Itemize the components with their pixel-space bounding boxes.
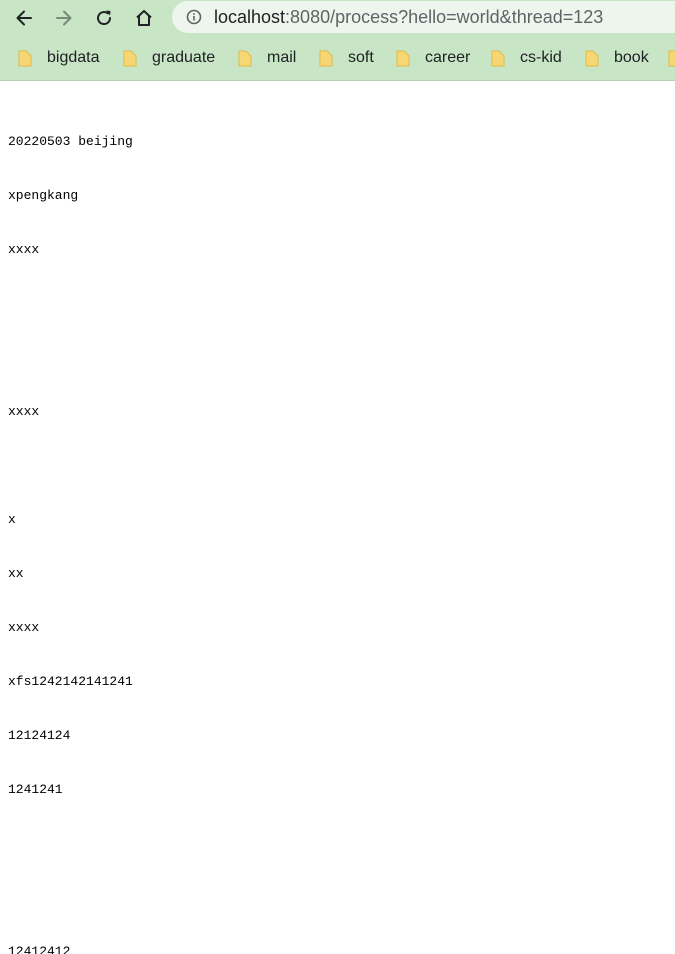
home-button[interactable]	[130, 4, 158, 32]
text-line: 12412412	[8, 944, 71, 954]
address-bar[interactable]: localhost:8080/process?hello=world&threa…	[172, 1, 675, 33]
text-line: xpengkang	[8, 188, 79, 203]
bookmark-mail[interactable]: mail	[238, 46, 296, 70]
bookmark-graduate[interactable]: graduate	[123, 46, 215, 70]
bookmark-label: cs-kid	[520, 49, 562, 66]
folder-icon	[585, 50, 599, 67]
text-line: xxxx	[8, 404, 40, 419]
text-line: xxxx	[8, 242, 40, 257]
bookmark-label: book	[614, 49, 649, 66]
info-icon[interactable]	[186, 9, 202, 25]
page-content: 20220503 beijing xpengkang xxxx xxxx x x…	[8, 97, 133, 954]
text-line: 1241241	[8, 782, 63, 797]
forward-button[interactable]	[50, 4, 78, 32]
url-path: :8080/process?hello=world&thread=123	[285, 7, 604, 27]
text-line	[8, 295, 133, 313]
reload-icon	[97, 10, 112, 26]
bookmark-soft[interactable]: soft	[319, 46, 374, 70]
arrow-right-icon	[56, 10, 72, 26]
url-host: localhost	[214, 7, 286, 27]
text-line: xxxx	[8, 620, 40, 635]
folder-icon	[238, 50, 252, 67]
browser-toolbar: localhost:8080/process?hello=world&threa…	[0, 0, 675, 81]
bookmark-bigdata[interactable]: bigdata	[18, 46, 100, 70]
home-icon	[136, 10, 152, 26]
folder-icon	[491, 50, 505, 67]
text-line	[8, 457, 133, 475]
arrow-left-icon	[16, 10, 32, 26]
bookmark-career[interactable]: career	[396, 46, 470, 70]
text-line	[8, 835, 133, 853]
bookmark-label: soft	[348, 49, 374, 66]
navigation-bar: localhost:8080/process?hello=world&threa…	[0, 0, 675, 36]
text-line: xx	[8, 566, 24, 581]
text-line	[8, 889, 133, 907]
bookmark-label: graduate	[152, 49, 216, 66]
bookmark-label: career	[425, 49, 471, 66]
bookmark-label: bigdata	[47, 49, 100, 66]
bookmark-book[interactable]: book	[585, 46, 649, 70]
text-line	[8, 349, 133, 367]
folder-icon	[396, 50, 410, 67]
folder-icon	[18, 50, 32, 67]
text-line: 20220503 beijing	[8, 134, 133, 149]
bookmarks-bar: bigdata graduate mail soft career cs-kid…	[0, 44, 675, 72]
text-line: 12124124	[8, 728, 71, 743]
text-line: x	[8, 512, 16, 527]
folder-icon	[319, 50, 333, 67]
bookmark-overflow[interactable]	[668, 46, 675, 70]
back-button[interactable]	[10, 4, 38, 32]
bookmark-label: mail	[267, 49, 297, 66]
folder-icon	[668, 50, 675, 67]
bookmark-cs-kid[interactable]: cs-kid	[491, 46, 562, 70]
url-text[interactable]: localhost:8080/process?hello=world&threa…	[214, 7, 603, 27]
folder-icon	[123, 50, 137, 67]
reload-button[interactable]	[90, 4, 118, 32]
text-line: xfs1242142141241	[8, 674, 133, 689]
